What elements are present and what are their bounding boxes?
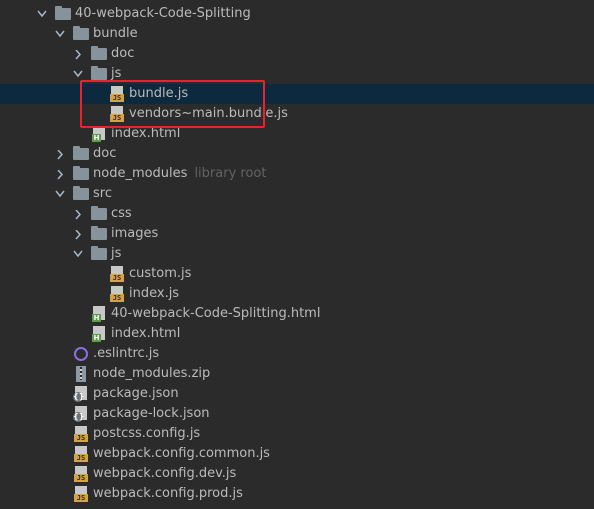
- folder-icon: [55, 6, 71, 22]
- tree-item-label: node_modules.zip: [93, 366, 211, 381]
- tree-item-label: index.js: [129, 286, 180, 301]
- tree-item-label: bundle.js: [129, 86, 189, 101]
- tree-item[interactable]: JS webpack.config.dev.js: [0, 464, 594, 484]
- tree-item[interactable]: .eslintrc.js: [0, 344, 594, 364]
- tree-item-label: 40-webpack-Code-Splitting.html: [111, 306, 321, 321]
- tree-item-label: js: [111, 66, 122, 81]
- eslint-config-icon: [73, 346, 89, 362]
- library-root-hint: library root: [194, 166, 267, 181]
- tree-item-label: doc: [111, 46, 135, 61]
- tree-item[interactable]: doc: [0, 44, 594, 64]
- tree-item-label: vendors~main.bundle.js: [129, 106, 288, 121]
- js-file-icon: JS: [109, 286, 125, 302]
- chevron-right-icon[interactable]: [54, 164, 66, 184]
- folder-icon: [73, 166, 89, 182]
- tree-item-label: 40-webpack-Code-Splitting: [75, 6, 251, 21]
- tree-item-label: bundle: [93, 26, 138, 41]
- tree-item-label: js: [111, 246, 122, 261]
- html-file-icon: H: [91, 126, 107, 142]
- tree-item[interactable]: JS webpack.config.prod.js: [0, 484, 594, 504]
- tree-item-label: doc: [93, 146, 117, 161]
- tree-item-label: webpack.config.prod.js: [93, 486, 243, 501]
- tree-item-label: .eslintrc.js: [93, 346, 160, 361]
- html-file-icon: H: [91, 326, 107, 342]
- tree-item-label: index.html: [111, 126, 181, 141]
- chevron-down-icon[interactable]: [72, 64, 84, 84]
- folder-icon: [73, 146, 89, 162]
- tree-item-label: webpack.config.common.js: [93, 446, 270, 461]
- tree-item[interactable]: doc: [0, 144, 594, 164]
- tree-item-label: css: [111, 206, 132, 221]
- chevron-down-icon[interactable]: [72, 244, 84, 264]
- tree-item[interactable]: node_modules.zip: [0, 364, 594, 384]
- tree-item-label: custom.js: [129, 266, 192, 281]
- folder-icon: [91, 206, 107, 222]
- tree-item-label: node_modules library root: [93, 166, 267, 181]
- json-file-icon: {}: [73, 386, 89, 402]
- tree-item[interactable]: H 40-webpack-Code-Splitting.html: [0, 304, 594, 324]
- tree-item[interactable]: JS webpack.config.common.js: [0, 444, 594, 464]
- json-file-icon: {}: [73, 406, 89, 422]
- tree-item-label: src: [93, 186, 112, 201]
- tree-item[interactable]: js: [0, 244, 594, 264]
- tree-item[interactable]: js: [0, 64, 594, 84]
- project-tree: 40-webpack-Code-Splitting bundle doc js JS bu…: [0, 4, 594, 504]
- chevron-right-icon[interactable]: [72, 204, 84, 224]
- tree-item[interactable]: Hindex.html: [0, 324, 594, 344]
- chevron-down-icon[interactable]: [54, 184, 66, 204]
- tree-item[interactable]: JS postcss.config.js: [0, 424, 594, 444]
- js-file-icon: JS: [73, 486, 89, 502]
- js-file-icon: JS: [109, 266, 125, 282]
- tree-item[interactable]: JS bundle.js: [0, 84, 594, 104]
- tree-item[interactable]: Hindex.html: [0, 124, 594, 144]
- chevron-right-icon[interactable]: [72, 224, 84, 244]
- tree-item[interactable]: css: [0, 204, 594, 224]
- tree-item[interactable]: JS vendors~main.bundle.js: [0, 104, 594, 124]
- tree-item[interactable]: node_modules library root: [0, 164, 594, 184]
- chevron-down-icon[interactable]: [54, 24, 66, 44]
- js-file-icon: JS: [73, 426, 89, 442]
- folder-icon: [91, 226, 107, 242]
- tree-item-label: images: [111, 226, 159, 241]
- tree-item[interactable]: JS custom.js: [0, 264, 594, 284]
- tree-item-label: webpack.config.dev.js: [93, 466, 237, 481]
- tree-item-label: package.json: [93, 386, 179, 401]
- folder-icon: [73, 186, 89, 202]
- folder-icon: [91, 66, 107, 82]
- js-file-icon: JS: [73, 446, 89, 462]
- tree-item[interactable]: src: [0, 184, 594, 204]
- chevron-down-icon[interactable]: [36, 4, 48, 24]
- tree-item[interactable]: JS index.js: [0, 284, 594, 304]
- folder-icon: [73, 26, 89, 42]
- tree-item[interactable]: bundle: [0, 24, 594, 44]
- tree-item[interactable]: 40-webpack-Code-Splitting: [0, 4, 594, 24]
- js-file-icon: JS: [109, 86, 125, 102]
- tree-item[interactable]: images: [0, 224, 594, 244]
- chevron-right-icon[interactable]: [54, 144, 66, 164]
- tree-item-label: postcss.config.js: [93, 426, 201, 441]
- js-file-icon: JS: [73, 466, 89, 482]
- html-file-icon: H: [91, 306, 107, 322]
- folder-icon: [91, 46, 107, 62]
- tree-item[interactable]: {} package.json: [0, 384, 594, 404]
- folder-icon: [91, 246, 107, 262]
- tree-item-label: index.html: [111, 326, 181, 341]
- tree-item-label: package-lock.json: [93, 406, 210, 421]
- js-file-icon: JS: [109, 106, 125, 122]
- chevron-right-icon[interactable]: [72, 44, 84, 64]
- zip-file-icon: [73, 366, 89, 382]
- tree-item[interactable]: {} package-lock.json: [0, 404, 594, 424]
